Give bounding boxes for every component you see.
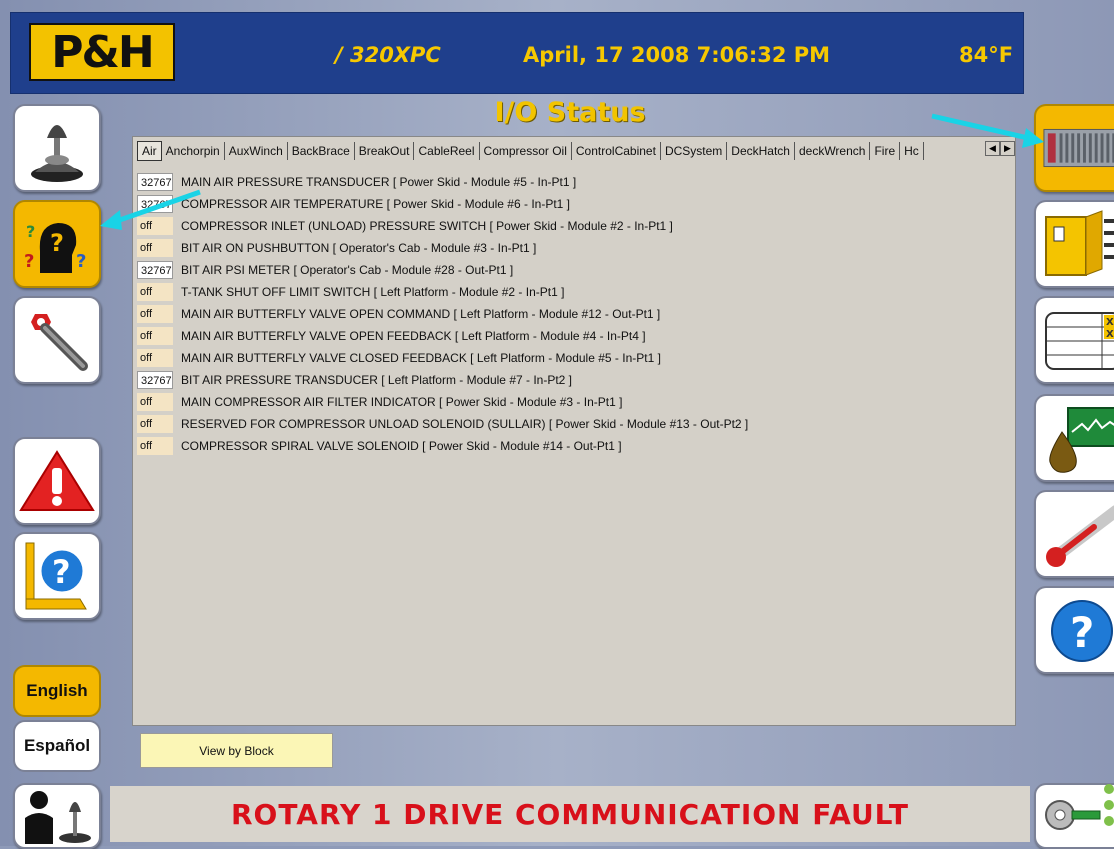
- io-row: off MAIN AIR BUTTERFLY VALVE CLOSED FEEDB…: [137, 347, 997, 369]
- operator-mode-button[interactable]: [13, 783, 101, 849]
- english-button[interactable]: English: [13, 665, 101, 717]
- machine-model: / 320XPC: [335, 43, 441, 67]
- io-row: off COMPRESSOR SPIRAL VALVE SOLENOID [ Po…: [137, 435, 997, 457]
- alarms-button[interactable]: [13, 437, 101, 525]
- mast-help-icon: ?: [25, 542, 87, 610]
- io-value: 32767: [137, 261, 173, 279]
- mast-help-button[interactable]: ?: [13, 532, 101, 620]
- svg-text:?: ?: [1070, 608, 1094, 657]
- svg-text:?: ?: [76, 251, 86, 272]
- wrench-icon: [31, 314, 88, 371]
- tab-controlcabinet[interactable]: ControlCabinet: [572, 142, 661, 160]
- annotation-arrow-icon: [100, 189, 201, 230]
- io-label: MAIN AIR BUTTERFLY VALVE OPEN COMMAND [ …: [181, 307, 661, 321]
- io-value: off: [137, 239, 173, 257]
- spanish-button[interactable]: Español: [13, 720, 101, 772]
- io-label: MAIN COMPRESSOR AIR FILTER INDICATOR [ P…: [181, 395, 623, 409]
- io-value: 32767: [137, 371, 173, 389]
- tab-air[interactable]: Air: [137, 141, 162, 161]
- io-rack-icon: [1043, 128, 1114, 168]
- data-table-button[interactable]: X X: [1034, 296, 1114, 384]
- help-button[interactable]: ?: [1034, 586, 1114, 674]
- io-value: off: [137, 283, 173, 301]
- io-label: MAIN AIR BUTTERFLY VALVE CLOSED FEEDBACK…: [181, 351, 661, 365]
- io-label: MAIN AIR PRESSURE TRANSDUCER [ Power Ski…: [181, 175, 577, 189]
- svg-text:X: X: [1106, 329, 1114, 340]
- io-row: 32767 MAIN AIR PRESSURE TRANSDUCER [ Powe…: [137, 171, 997, 193]
- tab-anchorpin[interactable]: Anchorpin: [162, 142, 225, 160]
- tab-backbrace[interactable]: BackBrace: [288, 142, 355, 160]
- tab-auxwinch[interactable]: AuxWinch: [225, 142, 288, 160]
- io-row: off MAIN AIR BUTTERFLY VALVE OPEN COMMAND…: [137, 303, 997, 325]
- io-value: off: [137, 393, 173, 411]
- help-icon: ?: [1051, 600, 1113, 662]
- table-grid-icon: X X: [1045, 312, 1114, 370]
- io-row: off T-TANK SHUT OFF LIMIT SWITCH [ Left P…: [137, 281, 997, 303]
- date-time: April, 17 2008 7:06:32 PM: [523, 43, 831, 67]
- key-button[interactable]: [1034, 783, 1114, 849]
- status-indicator-lights: [1104, 784, 1114, 844]
- io-value: off: [137, 327, 173, 345]
- io-label: COMPRESSOR INLET (UNLOAD) PRESSURE SWITC…: [181, 219, 673, 233]
- cabinet-button[interactable]: [1034, 200, 1114, 288]
- temperature-readout: 84°F: [959, 43, 1014, 67]
- oil-trend-icon: [1049, 407, 1114, 473]
- svg-text:?: ?: [52, 553, 71, 591]
- header-bar: P&H / 320XPC April, 17 2008 7:06:32 PM 8…: [10, 12, 1024, 94]
- tab-breakout[interactable]: BreakOut: [355, 142, 415, 160]
- io-category-tabs: Air Anchorpin AuxWinch BackBrace BreakOut Cab…: [137, 141, 1005, 161]
- ph-logo: P&H: [29, 23, 175, 81]
- tab-deckhatch[interactable]: DeckHatch: [727, 142, 795, 160]
- tab-deckwrench[interactable]: deckWrench: [795, 142, 871, 160]
- tab-hc[interactable]: Hc: [900, 142, 924, 160]
- alarm-message-bar: ROTARY 1 DRIVE COMMUNICATION FAULT: [110, 786, 1030, 842]
- io-label: RESERVED FOR COMPRESSOR UNLOAD SOLENOID …: [181, 417, 749, 431]
- io-row: off MAIN AIR BUTTERFLY VALVE OPEN FEEDBAC…: [137, 325, 997, 347]
- io-value: off: [137, 415, 173, 433]
- tab-fire[interactable]: Fire: [870, 142, 901, 160]
- io-row: off BIT AIR ON PUSHBUTTON [ Operator's Ca…: [137, 237, 997, 259]
- io-label: BIT AIR ON PUSHBUTTON [ Operator's Cab -…: [181, 241, 537, 255]
- io-row: off MAIN COMPRESSOR AIR FILTER INDICATOR …: [137, 391, 997, 413]
- svg-text:X: X: [1106, 317, 1114, 328]
- oil-trend-button[interactable]: [1034, 394, 1114, 482]
- io-label: BIT AIR PSI METER [ Operator's Cab - Mod…: [181, 263, 514, 277]
- key-icon: [1045, 800, 1101, 830]
- joystick-icon: [31, 125, 83, 182]
- io-label: COMPRESSOR AIR TEMPERATURE [ Power Skid …: [181, 197, 570, 211]
- io-value: off: [137, 349, 173, 367]
- io-list: 32767 MAIN AIR PRESSURE TRANSDUCER [ Powe…: [137, 171, 997, 457]
- svg-text:?: ?: [50, 229, 64, 257]
- io-row: off COMPRESSOR INLET (UNLOAD) PRESSURE SW…: [137, 215, 997, 237]
- operator-joystick-icon: [25, 791, 91, 844]
- tab-cablereel[interactable]: CableReel: [414, 142, 480, 160]
- io-value: off: [137, 305, 173, 323]
- joystick-button[interactable]: [13, 104, 101, 192]
- io-label: MAIN AIR BUTTERFLY VALVE OPEN FEEDBACK […: [181, 329, 646, 343]
- io-row: 32767 BIT AIR PSI METER [ Operator's Cab …: [137, 259, 997, 281]
- io-value: off: [137, 437, 173, 455]
- tab-compressor-oil[interactable]: Compressor Oil: [480, 142, 572, 160]
- io-label: BIT AIR PRESSURE TRANSDUCER [ Left Platf…: [181, 373, 573, 387]
- io-label: T-TANK SHUT OFF LIMIT SWITCH [ Left Plat…: [181, 285, 565, 299]
- annotation-arrow-icon: [931, 113, 1044, 148]
- svg-text:?: ?: [26, 222, 35, 241]
- io-label: COMPRESSOR SPIRAL VALVE SOLENOID [ Power…: [181, 439, 622, 453]
- io-status-panel: Air Anchorpin AuxWinch BackBrace BreakOut Cab…: [132, 136, 1016, 726]
- svg-text:?: ?: [24, 251, 34, 272]
- cabinet-icon: [1045, 210, 1114, 276]
- view-by-block-button[interactable]: View by Block: [140, 733, 333, 768]
- thermometer-icon: [1046, 505, 1114, 567]
- temperature-button[interactable]: [1034, 490, 1114, 578]
- operator-help-button[interactable]: ? ? ? ?: [13, 200, 101, 288]
- maintenance-button[interactable]: [13, 296, 101, 384]
- io-row: 32767 BIT AIR PRESSURE TRANSDUCER [ Left …: [137, 369, 997, 391]
- alarm-warning-icon: [19, 450, 95, 511]
- tab-dcsystem[interactable]: DCSystem: [661, 142, 728, 160]
- io-row: off RESERVED FOR COMPRESSOR UNLOAD SOLENO…: [137, 413, 997, 435]
- io-row: 32767COMPRESSOR AIR TEMPERATURE [ Power …: [137, 193, 997, 215]
- operator-help-icon: ? ? ? ?: [24, 222, 86, 273]
